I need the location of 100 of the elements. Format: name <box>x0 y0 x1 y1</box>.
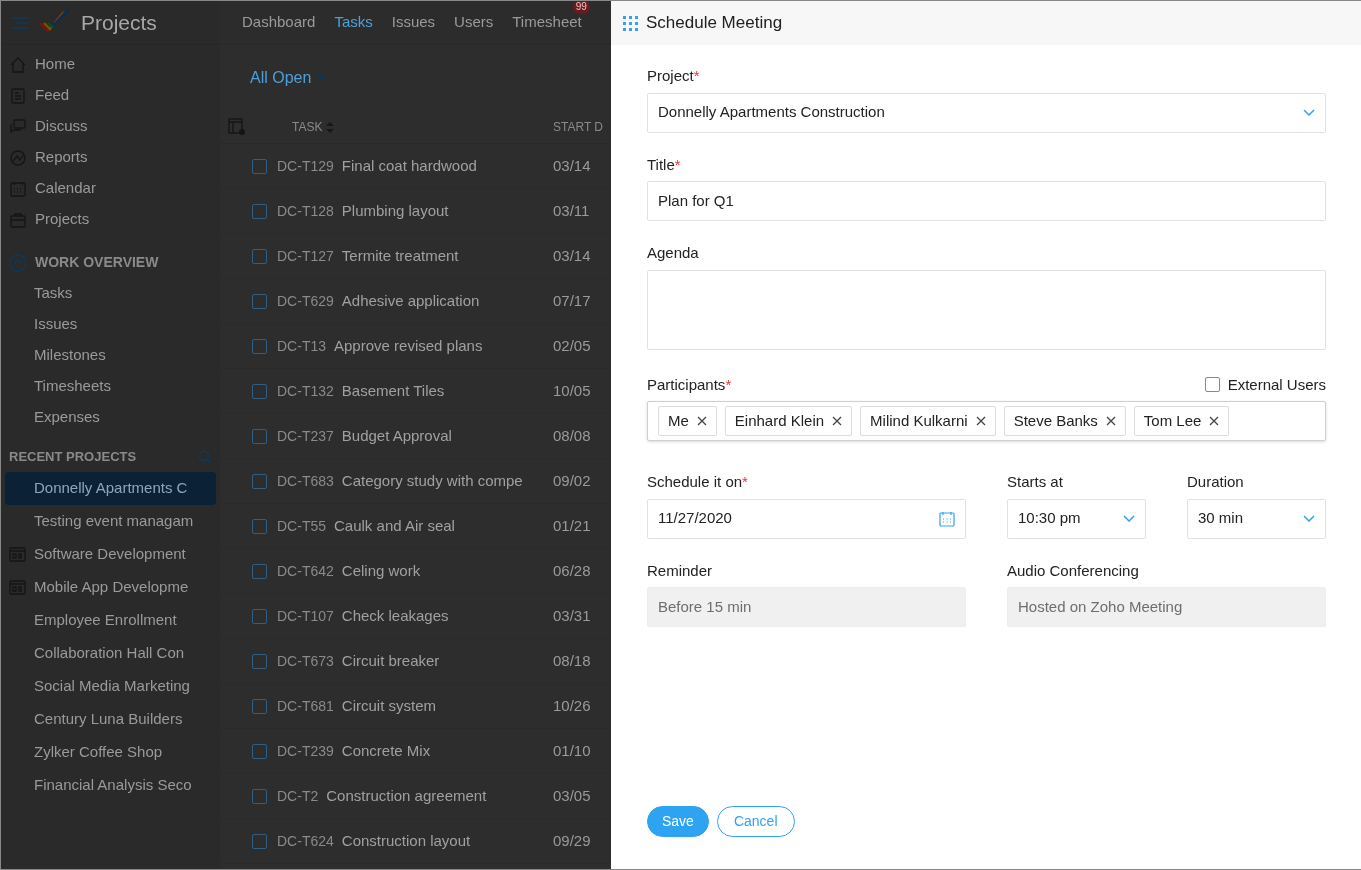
sidebar-item[interactable]: Tasks <box>1 278 220 309</box>
collapse-icon[interactable] <box>9 253 27 272</box>
participant-chip[interactable]: Steve Banks <box>1003 405 1126 437</box>
sidebar-item[interactable]: Calendar <box>1 173 220 204</box>
dropdown-field[interactable]: Donnelly Apartments Construction <box>647 92 1326 133</box>
checkbox[interactable] <box>252 698 267 714</box>
participant-chip[interactable]: Me <box>658 405 717 437</box>
checkbox[interactable] <box>252 383 267 399</box>
recent-project-item[interactable]: Donnelly Apartments C <box>5 472 216 505</box>
recent-project-item[interactable]: Social Media Marketing <box>5 670 216 703</box>
nav-tab[interactable]: Tasks <box>334 13 373 31</box>
checkbox[interactable] <box>252 788 267 804</box>
sidebar-item[interactable]: Feed <box>1 80 220 111</box>
column-header[interactable]: TASK <box>292 118 335 136</box>
remove-icon[interactable] <box>696 416 707 426</box>
task-id: DC-T128 <box>277 201 334 221</box>
remove-icon[interactable] <box>832 416 843 426</box>
app-name: Projects <box>81 9 157 36</box>
recent-project-item[interactable]: Mobile App Developme <box>5 571 216 604</box>
field-label: Project* <box>647 66 701 86</box>
task-name[interactable]: Caulk and Air seal <box>334 514 524 538</box>
menu-icon[interactable] <box>11 15 29 30</box>
task-name[interactable]: Termite treatment <box>341 244 532 268</box>
nav-tab[interactable]: Dashboard <box>242 13 316 31</box>
sidebar-item[interactable]: Milestones <box>1 340 220 371</box>
task-id: DC-T132 <box>277 381 334 401</box>
section-title: RECENT PROJECTS <box>9 447 137 466</box>
task-name[interactable]: Adhesive application <box>341 289 532 313</box>
task-name[interactable]: Budget Approval <box>341 424 532 448</box>
participant-chip[interactable]: Milind Kulkarni <box>860 405 996 437</box>
date-cell-text: 10/05 <box>553 380 592 401</box>
field-label: Audio Conferencing <box>1007 560 1140 581</box>
participants-field[interactable]: Me Einhard Klein Milind Kulkarni Steve Banks Tom Lee <box>647 401 1326 441</box>
column-settings-icon[interactable] <box>228 118 246 136</box>
cancel-button[interactable]: Cancel <box>716 806 795 837</box>
recent-project-item[interactable]: Testing event managam <box>5 505 216 538</box>
date-cell-text: 02/05 <box>553 335 592 356</box>
remove-icon[interactable] <box>1105 416 1116 426</box>
dropdown-field[interactable]: 10:30 pm <box>1007 498 1146 539</box>
date-cell-text: 03/14 <box>553 245 592 266</box>
nav-tab[interactable]: Issues <box>391 13 436 31</box>
checkbox[interactable] <box>252 473 267 489</box>
nav-tab[interactable]: Timesheet <box>512 13 582 31</box>
filter-dropdown[interactable]: All Open <box>250 66 328 90</box>
sidebar-item[interactable]: Expenses <box>1 402 220 433</box>
column-header[interactable]: START D <box>553 118 611 136</box>
agenda-field[interactable] <box>647 269 1326 350</box>
remove-icon[interactable] <box>1209 416 1220 426</box>
field-label: Agenda <box>647 243 700 263</box>
checkbox[interactable] <box>252 158 267 174</box>
external-users-checkbox[interactable]: External Users <box>1204 373 1326 396</box>
sidebar-item[interactable]: Home <box>1 49 220 80</box>
task-name[interactable]: Basement Tiles <box>341 379 532 403</box>
date-cell-text: 03/14 <box>553 155 592 176</box>
input-field[interactable]: 11/27/2020 <box>647 498 966 539</box>
task-name[interactable]: Check leakages <box>341 604 532 628</box>
task-name[interactable]: Construction agreement <box>326 784 517 808</box>
checkbox[interactable] <box>252 608 267 624</box>
chevron-icon <box>1303 109 1315 116</box>
checkbox[interactable] <box>252 203 267 219</box>
checkbox[interactable] <box>252 338 267 354</box>
checkbox[interactable] <box>252 248 267 264</box>
recent-project-item[interactable]: Employee Enrollment <box>5 604 216 637</box>
task-name[interactable]: Plumbing layout <box>341 199 532 223</box>
recent-project-item[interactable]: Financial Analysis Seco <box>5 769 216 802</box>
checkbox[interactable] <box>252 428 267 444</box>
participant-chip[interactable]: Tom Lee <box>1133 405 1230 437</box>
sidebar-item[interactable]: Projects <box>1 204 220 235</box>
sidebar-item[interactable]: Discuss <box>1 111 220 142</box>
checkbox[interactable] <box>252 518 267 534</box>
checkbox[interactable] <box>252 833 267 849</box>
task-name[interactable]: Final coat hardwood <box>341 154 532 178</box>
field-label: Starts at <box>1007 472 1064 492</box>
checkbox[interactable] <box>252 743 267 759</box>
checkbox[interactable] <box>252 653 267 669</box>
sidebar-item[interactable]: Issues <box>1 309 220 340</box>
dropdown-field[interactable]: 30 min <box>1187 498 1326 539</box>
remove-icon[interactable] <box>975 416 986 426</box>
save-button[interactable]: Save <box>647 806 709 837</box>
recent-project-item[interactable]: Century Luna Builders <box>5 703 216 736</box>
sidebar-item[interactable]: Reports <box>1 142 220 173</box>
checkbox[interactable] <box>252 293 267 309</box>
task-name[interactable]: Category study with compe <box>341 469 532 493</box>
task-name[interactable]: Circuit system <box>341 694 532 718</box>
task-name[interactable]: Concrete Mix <box>341 739 532 763</box>
task-id: DC-T127 <box>277 246 334 266</box>
checkbox[interactable] <box>252 563 267 579</box>
task-name[interactable]: Construction layout <box>341 829 532 853</box>
task-name[interactable]: Celing work <box>341 559 532 583</box>
search-icon[interactable] <box>198 449 212 464</box>
input-field[interactable]: Plan for Q1 <box>647 181 1326 221</box>
calendar-icon[interactable] <box>939 510 955 527</box>
nav-tab[interactable]: Users <box>454 13 494 31</box>
recent-project-item[interactable]: Collaboration Hall Con <box>5 637 216 670</box>
task-name[interactable]: Circuit breaker <box>341 649 532 673</box>
participant-chip[interactable]: Einhard Klein <box>724 405 853 437</box>
task-name[interactable]: Approve revised plans <box>334 334 524 358</box>
recent-project-item[interactable]: Software Development <box>5 538 216 571</box>
recent-project-item[interactable]: Zylker Coffee Shop <box>5 736 216 769</box>
sidebar-item[interactable]: Timesheets <box>1 371 220 402</box>
